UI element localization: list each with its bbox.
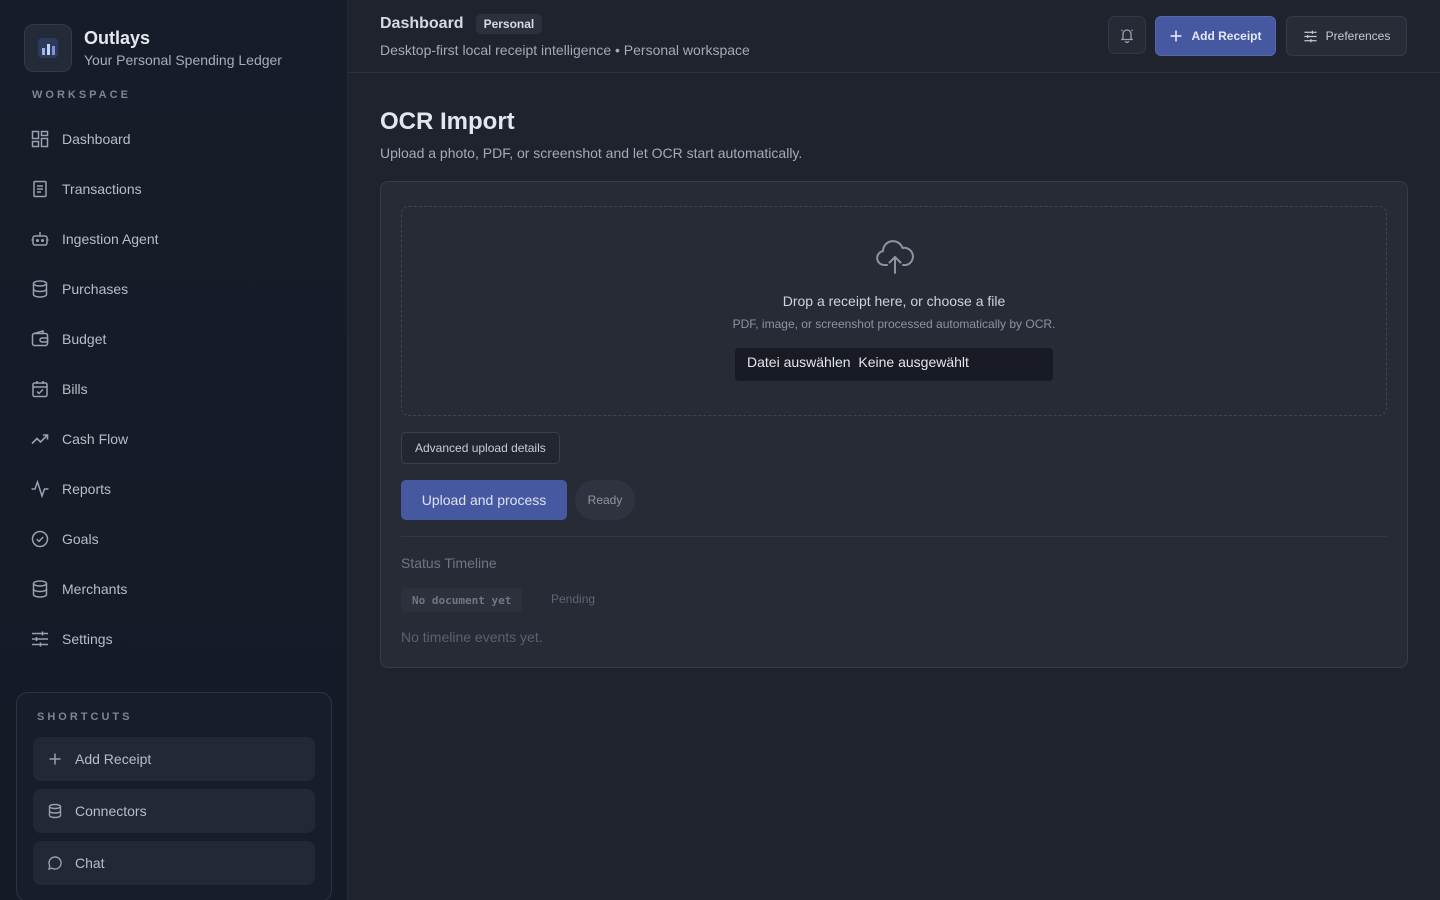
- timeline-document-chip: No document yet: [401, 588, 523, 612]
- upload-and-process-button[interactable]: Upload and process: [401, 480, 567, 520]
- database-stack-icon: [48, 803, 62, 819]
- chat-bubble-icon: [48, 856, 62, 870]
- plus-icon: [1170, 30, 1182, 42]
- page-title: OCR Import: [380, 108, 515, 135]
- notifications-button[interactable]: [1108, 16, 1146, 54]
- sidebar-item-reports[interactable]: Reports: [16, 464, 332, 514]
- brand[interactable]: Outlays Your Personal Spending Ledger: [24, 24, 282, 72]
- sidebar-item-label: Purchases: [62, 281, 129, 297]
- sidebar-item-label: Ingestion Agent: [62, 231, 159, 247]
- add-receipt-label: Add Receipt: [1191, 29, 1262, 43]
- workspace-section-label: WORKSPACE: [32, 89, 131, 101]
- sidebar-item-label: Dashboard: [62, 131, 131, 147]
- main-content: OCR Import Upload a photo, PDF, or scree…: [348, 74, 1440, 900]
- bell-icon: [1120, 29, 1134, 43]
- receipt-list-icon: [33, 180, 47, 198]
- status-timeline-title: Status Timeline: [401, 555, 497, 571]
- sidebar-item-label: Budget: [62, 331, 107, 347]
- dropzone-subtitle: PDF, image, or screenshot processed auto…: [732, 317, 1056, 331]
- ocr-import-card: Drop a receipt here, or choose a file PD…: [380, 181, 1408, 668]
- activity-pulse-icon: [31, 479, 49, 499]
- shortcut-connectors[interactable]: Connectors: [33, 789, 315, 833]
- preferences-label: Preferences: [1325, 29, 1391, 43]
- sidebar-item-label: Reports: [62, 481, 112, 497]
- top-bar: Dashboard Personal Desktop-first local r…: [348, 0, 1440, 73]
- sidebar-item-settings[interactable]: Settings: [16, 614, 332, 664]
- sliders-icon: [1304, 30, 1317, 42]
- dropzone-title: Drop a receipt here, or choose a file: [782, 293, 1006, 309]
- shortcut-label: Chat: [75, 855, 105, 871]
- sliders-icon: [32, 631, 48, 647]
- shortcut-label: Add Receipt: [75, 751, 152, 767]
- sidebar-item-label: Settings: [62, 631, 113, 647]
- sidebar-item-merchants[interactable]: Merchants: [16, 564, 332, 614]
- file-chooser-status: Keine ausgewählt: [858, 354, 969, 370]
- dashboard-grid-icon: [31, 130, 49, 148]
- page-context-subtitle: Desktop-first local receipt intelligence…: [380, 42, 750, 58]
- sidebar-item-cash-flow[interactable]: Cash Flow: [16, 414, 332, 464]
- sidebar-item-bills[interactable]: Bills: [16, 364, 332, 414]
- wallet-icon: [31, 330, 49, 347]
- shortcut-chat[interactable]: Chat: [33, 841, 315, 885]
- ready-status-badge: Ready: [575, 480, 635, 520]
- sidebar-item-label: Transactions: [62, 181, 142, 197]
- calendar-check-icon: [32, 381, 48, 398]
- preferences-button[interactable]: Preferences: [1286, 16, 1407, 56]
- trending-up-icon: [31, 434, 49, 445]
- sidebar-nav: Dashboard Transactions Ingestion Agent P…: [16, 114, 332, 664]
- app-subtitle: Your Personal Spending Ledger: [84, 51, 282, 68]
- receipt-dropzone[interactable]: Drop a receipt here, or choose a file PD…: [401, 206, 1387, 416]
- shortcut-add-receipt[interactable]: Add Receipt: [33, 737, 315, 781]
- shortcuts-label: SHORTCUTS: [37, 711, 133, 723]
- sidebar-item-label: Goals: [62, 531, 99, 547]
- shortcut-label: Connectors: [75, 803, 147, 819]
- sidebar-item-dashboard[interactable]: Dashboard: [16, 114, 332, 164]
- advanced-upload-details-button[interactable]: Advanced upload details: [401, 432, 560, 464]
- page-subtitle: Upload a photo, PDF, or screenshot and l…: [380, 145, 803, 161]
- database-stack-icon: [32, 580, 48, 598]
- shortcuts-panel: SHORTCUTS Add Receipt Connectors Chat: [16, 692, 332, 900]
- app-logo-icon: [24, 24, 72, 72]
- divider: [401, 536, 1387, 537]
- sidebar-item-budget[interactable]: Budget: [16, 314, 332, 364]
- sidebar: Outlays Your Personal Spending Ledger WO…: [0, 0, 348, 900]
- robot-icon: [31, 232, 49, 246]
- cloud-upload-icon: [876, 240, 914, 274]
- database-stack-icon: [32, 280, 48, 298]
- sidebar-item-label: Bills: [62, 381, 88, 397]
- plus-icon: [49, 753, 61, 765]
- file-chooser-button[interactable]: Datei auswählen: [747, 354, 851, 370]
- add-receipt-button[interactable]: Add Receipt: [1155, 16, 1276, 56]
- check-circle-icon: [31, 530, 49, 548]
- workspace-badge: Personal: [475, 14, 543, 34]
- page-context-title: Dashboard: [380, 15, 464, 32]
- app-name: Outlays: [84, 27, 151, 48]
- sidebar-item-goals[interactable]: Goals: [16, 514, 332, 564]
- sidebar-item-label: Merchants: [62, 581, 128, 597]
- timeline-empty-message: No timeline events yet.: [401, 629, 543, 645]
- sidebar-item-label: Cash Flow: [62, 431, 129, 447]
- sidebar-item-transactions[interactable]: Transactions: [16, 164, 332, 214]
- timeline-status: Pending: [551, 592, 596, 606]
- file-chooser-input[interactable]: Datei auswählen Keine ausgewählt: [735, 348, 1053, 381]
- sidebar-item-purchases[interactable]: Purchases: [16, 264, 332, 314]
- sidebar-item-ingestion-agent[interactable]: Ingestion Agent: [16, 214, 332, 264]
